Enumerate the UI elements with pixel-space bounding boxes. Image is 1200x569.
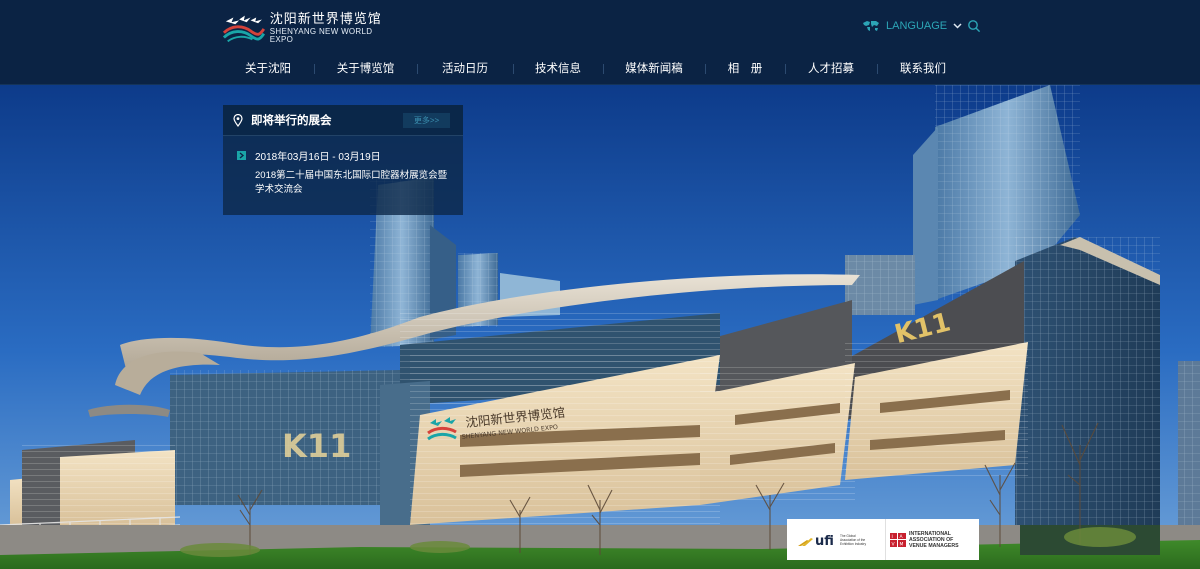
ufi-wordmark: ufi	[815, 534, 834, 549]
iavm-name: INTERNATIONAL ASSOCIATION OF VENUE MANAG…	[909, 530, 959, 549]
site-logo[interactable]: 沈阳新世界博览馆 SHENYANG NEW WORLD EXPO	[222, 10, 392, 46]
chevron-down-icon	[953, 23, 962, 29]
upcoming-events-title: 即将举行的展会	[251, 115, 332, 127]
event-date-row[interactable]: 2018年03月16日 - 03月19日	[237, 148, 381, 163]
svg-text:I: I	[892, 534, 893, 540]
arrow-right-icon	[237, 151, 246, 160]
more-events-button[interactable]: 更多>>	[403, 113, 450, 128]
upcoming-events-panel: 即将举行的展会 更多>> 2018年03月16日 - 03月19日 2018第二…	[223, 105, 463, 215]
nav-item-contact-us[interactable]: 联系我们	[877, 56, 969, 82]
ufi-badge[interactable]: ufi The Global Association of the Exhibi…	[787, 519, 885, 560]
nav-item-about-shenyang[interactable]: 关于沈阳	[222, 56, 314, 82]
iavm-logo-icon: I A V M	[890, 532, 906, 547]
logo-name-cn: 沈阳新世界博览馆	[269, 11, 382, 26]
logo-mark-icon	[222, 15, 266, 43]
logo-text: 沈阳新世界博览馆 SHENYANG NEW WORLD EXPO	[270, 12, 392, 44]
svg-text:M: M	[900, 541, 904, 547]
nav-item-events-calendar[interactable]: 活动日历	[417, 56, 513, 82]
hero-building-photo: K11 K11 沈阳新世界博览馆 SHENYANG NEW WORLD EXPO	[0, 85, 1200, 569]
site-header: 沈阳新世界博览馆 SHENYANG NEW WORLD EXPO LANGUAG…	[0, 0, 1200, 85]
iavm-badge[interactable]: I A V M INTERNATIONAL ASSOCIATION OF VEN…	[885, 519, 979, 560]
nav-item-careers[interactable]: 人才招募	[785, 56, 877, 82]
podium-k11-sign: K11	[282, 427, 351, 465]
nav-item-gallery[interactable]: 相 册	[705, 56, 785, 82]
main-nav: 关于沈阳 关于博览馆 活动日历 技术信息 媒体新闻稿 相 册 人才招募 联系我们	[222, 56, 969, 82]
event-name-link[interactable]: 2018第二十届中国东北国际口腔器材展览会暨学术交流会	[255, 169, 455, 197]
ufi-tagline: The Global Association of the Exhibition…	[840, 533, 867, 546]
location-pin-icon	[233, 113, 243, 127]
nav-item-about-expo[interactable]: 关于博览馆	[314, 56, 417, 82]
nav-item-technical-info[interactable]: 技术信息	[513, 56, 603, 82]
logo-name-en: SHENYANG NEW WORLD EXPO	[269, 27, 373, 44]
language-label: LANGUAGE	[886, 20, 948, 32]
nav-item-press-releases[interactable]: 媒体新闻稿	[603, 56, 705, 82]
hero-banner: K11 K11 沈阳新世界博览馆 SHENYANG NEW WORLD EXPO	[0, 85, 1200, 569]
event-date: 2018年03月16日 - 03月19日	[255, 152, 381, 163]
search-icon[interactable]	[967, 19, 981, 33]
ufi-logo-icon: ufi	[798, 534, 834, 549]
language-selector[interactable]: LANGUAGE	[862, 18, 962, 34]
certification-badges: ufi The Global Association of the Exhibi…	[787, 519, 979, 560]
globe-icon	[863, 21, 879, 31]
